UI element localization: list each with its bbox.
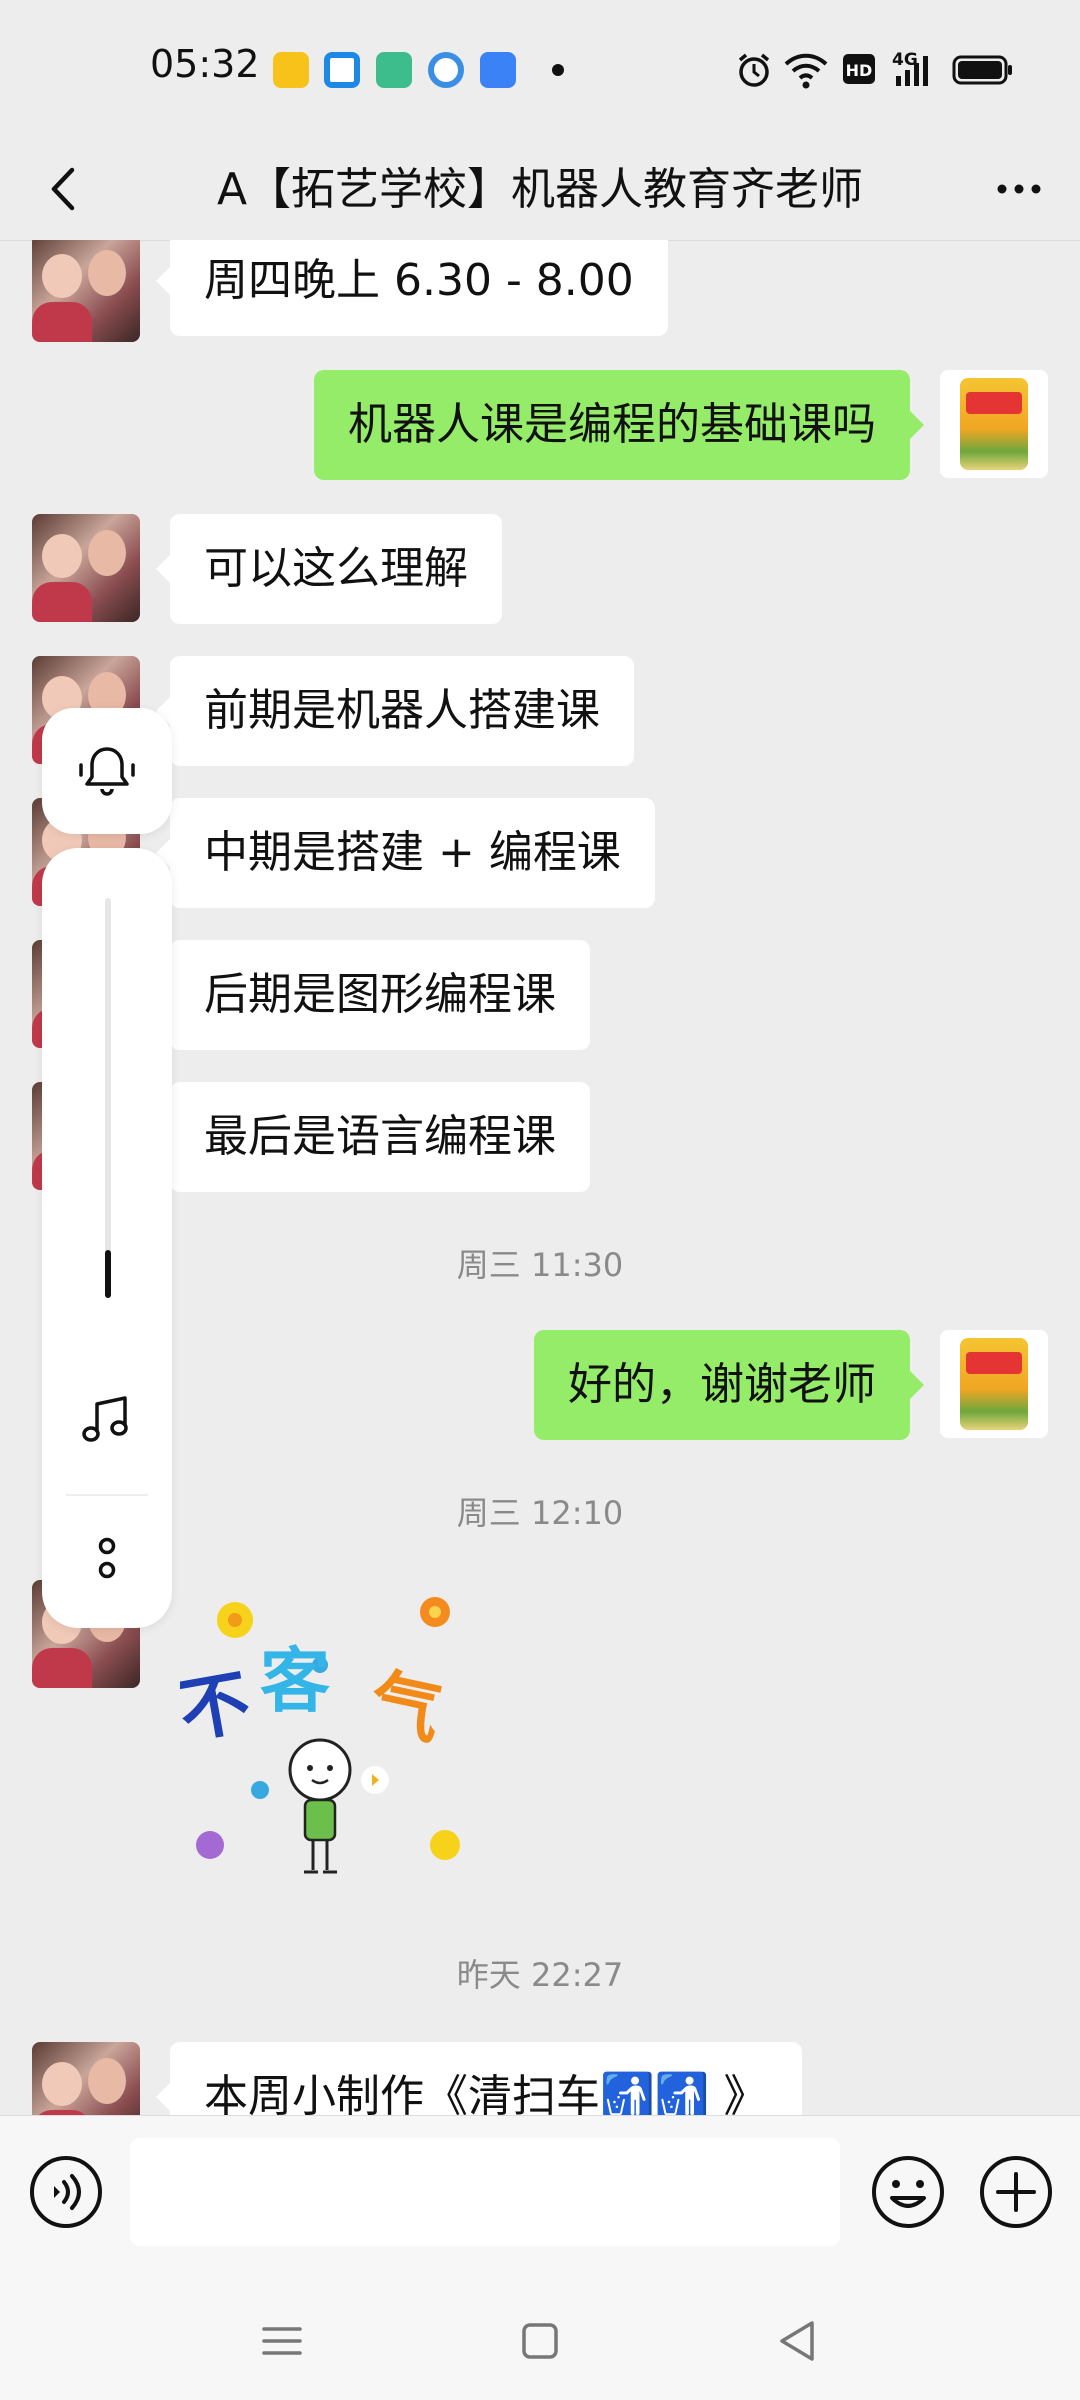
volume-slider-level [105, 1250, 111, 1298]
system-nav-bar [0, 2275, 1080, 2400]
message-bubble-sent[interactable]: 好的，谢谢老师 [534, 1330, 924, 1440]
alarm-icon [738, 53, 770, 87]
message-bubble-received[interactable]: 最后是语言编程课 [156, 1082, 590, 1192]
chat-title: A【拓艺学校】机器人教育齐老师 [216, 164, 864, 215]
more-settings-icon[interactable] [91, 1536, 123, 1586]
more-options-icon[interactable] [984, 154, 1054, 224]
music-note-icon[interactable] [79, 1392, 135, 1448]
message-input[interactable] [130, 2138, 840, 2246]
my-avatar[interactable] [940, 1330, 1048, 1438]
contact-avatar[interactable] [32, 2042, 140, 2115]
svg-text:气: 气 [363, 1660, 449, 1755]
chat-header: A【拓艺学校】机器人教育齐老师 [0, 140, 1080, 241]
blue-app-icon [428, 52, 464, 88]
volume-panel [42, 848, 172, 1628]
sticker-message[interactable]: 不 客 气 [180, 1590, 480, 1890]
browser-app-icon [324, 52, 360, 88]
message-timestamp: 昨天 22:27 [456, 1956, 624, 1994]
square-app-icon [480, 52, 516, 88]
message-bubble-received[interactable]: 本周小制作《清扫车🚮🚮 》 [156, 2042, 802, 2115]
svg-text:客: 客 [260, 1640, 330, 1722]
menu-nav-icon[interactable] [252, 2311, 312, 2371]
status-time: 05:32 [150, 42, 260, 86]
message-bubble-received[interactable]: 中期是搭建 + 编程课 [156, 798, 655, 908]
more-notifications-dot [552, 64, 564, 76]
emoji-icon[interactable] [868, 2152, 948, 2232]
message-bubble-received[interactable]: 可以这么理解 [156, 514, 502, 624]
bell-icon [79, 747, 135, 796]
back-nav-icon[interactable] [768, 2311, 828, 2371]
message-bubble-received[interactable]: 周四晚上 6.30 - 8.00 [156, 240, 668, 336]
plus-icon[interactable] [976, 2152, 1056, 2232]
ringer-mode-button[interactable] [42, 708, 172, 834]
message-bubble-sent[interactable]: 机器人课是编程的基础课吗 [314, 370, 924, 480]
wifi-icon [784, 53, 828, 89]
message-bubble-received[interactable]: 后期是图形编程课 [156, 940, 590, 1050]
green-app-icon [376, 52, 412, 88]
notes-app-icon [273, 52, 309, 88]
home-nav-icon[interactable] [510, 2311, 570, 2371]
hd-icon: HD [843, 54, 875, 84]
back-arrow-icon[interactable] [30, 154, 100, 224]
contact-avatar[interactable] [32, 514, 140, 622]
contact-avatar[interactable] [32, 240, 140, 342]
svg-text:HD: HD [846, 61, 873, 80]
volume-panel-divider [66, 1494, 148, 1496]
message-bubble-received[interactable]: 前期是机器人搭建课 [156, 656, 634, 766]
svg-text:不: 不 [180, 1660, 256, 1753]
signal-icon [896, 56, 928, 86]
input-bar [0, 2115, 1080, 2276]
status-bar: 05:32 HD 4G [0, 0, 1080, 140]
battery-icon [952, 55, 1012, 85]
voice-input-icon[interactable] [26, 2152, 106, 2232]
volume-slider[interactable] [105, 898, 111, 1298]
my-avatar[interactable] [940, 370, 1048, 478]
